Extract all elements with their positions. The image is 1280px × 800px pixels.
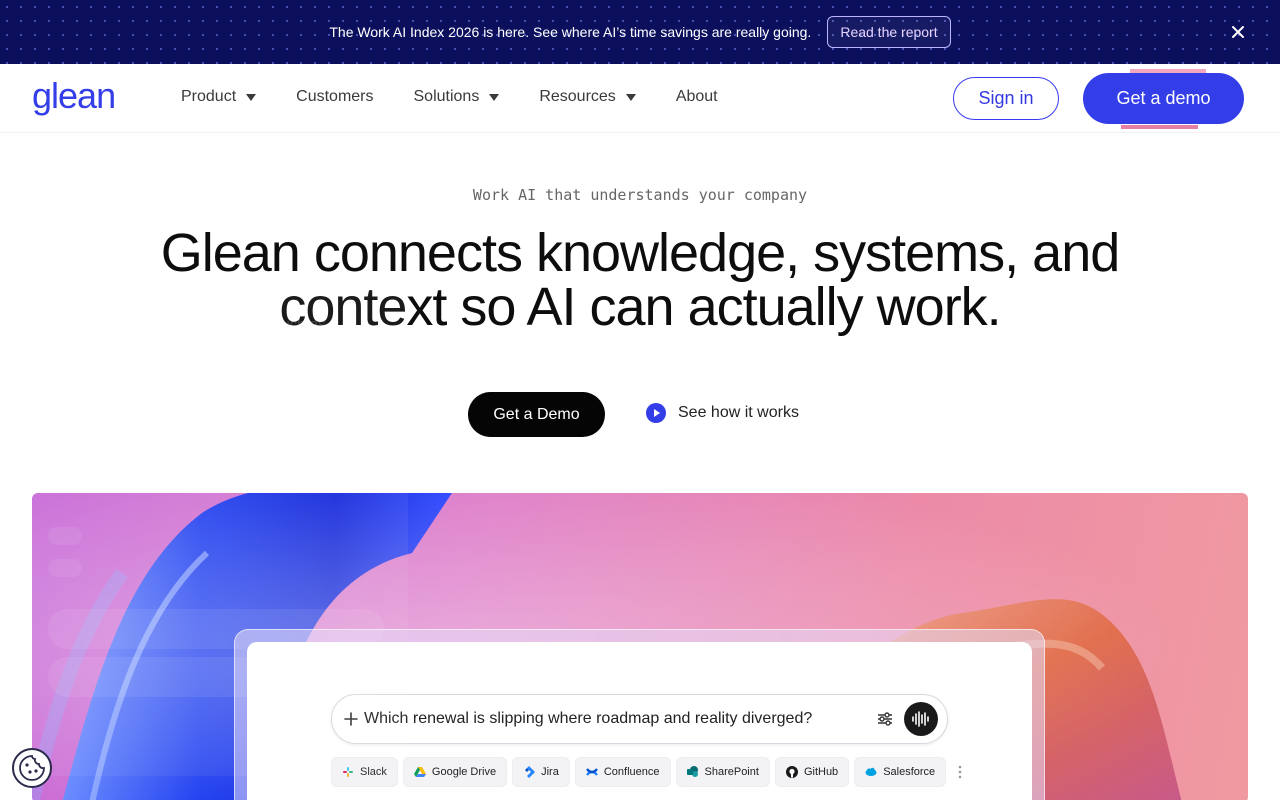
svg-text:glean: glean (32, 78, 115, 116)
chip-label: Salesforce (883, 766, 936, 778)
google-drive-icon (413, 767, 426, 777)
cookie-toggle[interactable] (48, 559, 82, 577)
cookie-body: This website utilizes technologies such … (48, 316, 363, 453)
play-icon (646, 403, 666, 423)
chip-label: Jira (541, 766, 559, 778)
glean-logo[interactable]: glean (32, 78, 124, 118)
close-icon[interactable] (1228, 22, 1248, 42)
see-how-it-works-link[interactable]: See how it works (646, 403, 799, 423)
chip-label: Google Drive (431, 766, 497, 778)
jira-icon (525, 766, 536, 778)
nav-label: Customers (296, 88, 374, 105)
nav-label: Resources (539, 88, 616, 105)
headline-line: Glean connects knowledge, systems, and (160, 223, 1121, 283)
main-nav: Product Customers Solutions Resources Ab… (181, 88, 758, 106)
cookie-toggle[interactable] (48, 527, 82, 545)
confluence-icon (585, 768, 598, 776)
cookie-text: This website utilizes technologies such … (48, 315, 368, 455)
read-report-button[interactable]: Read the report (827, 16, 951, 48)
button-accent-decoration (1121, 125, 1198, 129)
cookie-settings-fab[interactable] (12, 748, 52, 788)
caret-down-icon (625, 93, 636, 101)
nav-item-resources[interactable]: Resources (539, 88, 636, 106)
salesforce-icon (865, 767, 877, 776)
more-vertical-icon[interactable] (957, 764, 963, 780)
source-chip-google-drive[interactable]: Google Drive (402, 757, 508, 787)
nav-item-customers[interactable]: Customers (296, 88, 373, 106)
hero-eyebrow: Work AI that understands your company (472, 186, 808, 204)
cookie-settings-button[interactable] (48, 657, 384, 697)
caret-down-icon (246, 93, 257, 101)
get-demo-button[interactable]: Get a demo (1083, 73, 1244, 124)
nav-label: Solutions (413, 88, 480, 105)
cookie-consent-panel: This website utilizes technologies such … (24, 291, 408, 776)
announcement-text: The Work AI Index 2026 is here. See wher… (329, 24, 812, 40)
cookie-accept-button[interactable] (48, 609, 384, 649)
chip-label: Confluence (603, 766, 660, 778)
get-demo-wrapper: Get a demo (1083, 68, 1245, 129)
search-bar[interactable]: Which renewal is slipping where roadmap … (331, 694, 948, 744)
waveform-icon (912, 711, 929, 727)
caret-down-icon (489, 93, 500, 101)
sharepoint-icon (686, 766, 698, 777)
hero-get-demo-button[interactable]: Get a Demo (468, 392, 605, 437)
chip-label: GitHub (803, 766, 839, 778)
github-icon (785, 766, 798, 778)
nav-label: About (675, 88, 718, 105)
nav-item-solutions[interactable]: Solutions (414, 88, 500, 106)
nav-item-about[interactable]: About (676, 88, 718, 106)
voice-button[interactable] (904, 702, 938, 736)
source-chip-sharepoint[interactable]: SharePoint (675, 757, 770, 787)
cookie-icon (19, 755, 45, 781)
source-chip-salesforce[interactable]: Salesforce (854, 757, 947, 787)
source-chip-github[interactable]: GitHub (774, 757, 850, 787)
site-header: glean Product Customers Solutions Resour… (0, 64, 1280, 133)
nav-label: Product (181, 88, 237, 105)
search-query: Which renewal is slipping where roadmap … (364, 710, 813, 727)
source-chip-confluence[interactable]: Confluence (574, 757, 671, 787)
sign-in-button[interactable]: Sign in (953, 77, 1059, 120)
filter-sliders-icon[interactable] (877, 711, 893, 727)
source-chips: Slack Google Drive Jira Confluence Share… (331, 757, 963, 787)
privacy-policy-link[interactable]: Privacy Policy (233, 436, 326, 453)
see-how-label: See how it works (678, 404, 799, 421)
chip-label: SharePoint (704, 766, 759, 778)
announcement-banner: The Work AI Index 2026 is here. See wher… (0, 0, 1280, 64)
source-chip-jira[interactable]: Jira (512, 757, 570, 787)
nav-item-product[interactable]: Product (181, 88, 257, 106)
